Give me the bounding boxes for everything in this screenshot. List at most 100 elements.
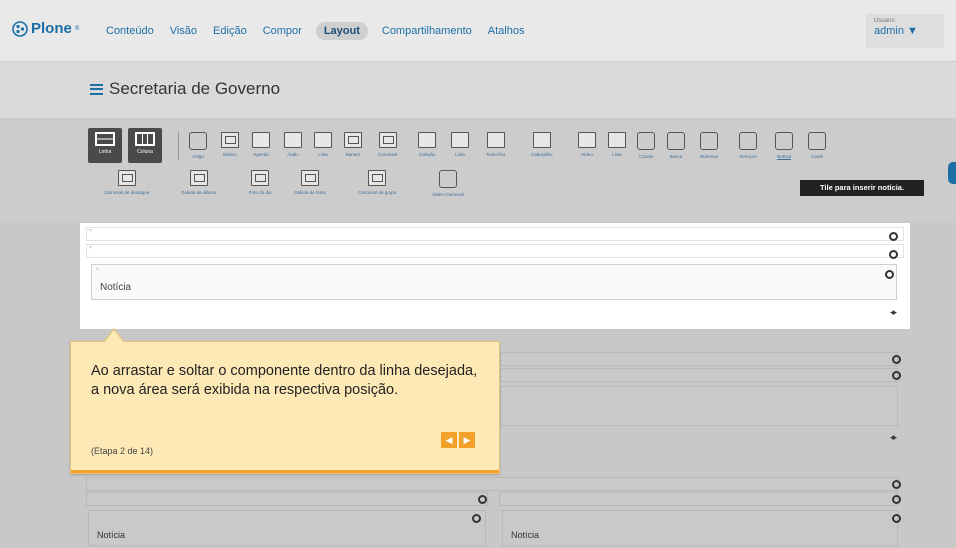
gallery-icon (189, 170, 208, 186)
column-icon (135, 132, 155, 146)
tile-settings-icon[interactable] (885, 270, 894, 279)
plone-logo[interactable]: Plone ® (12, 20, 79, 37)
tile-noticia[interactable]: Notícia (775, 132, 793, 159)
tile-video[interactable]: Vídeo (578, 132, 596, 157)
column-settings-icon[interactable] (889, 250, 898, 259)
image-icon (221, 132, 239, 148)
remove-tile-icon[interactable]: × (96, 267, 99, 273)
layout-column[interactable] (86, 492, 488, 506)
row-settings-icon[interactable] (892, 355, 901, 364)
calendar-icon (252, 132, 270, 148)
column-settings-icon[interactable] (892, 495, 901, 504)
tile-label: Lista (455, 152, 465, 157)
list-icon (451, 132, 469, 148)
layout-row[interactable] (86, 477, 898, 491)
tile-audio[interactable]: Áudio (284, 132, 302, 157)
tile-label: Texto-fixo (486, 152, 506, 157)
menu-compartilhamento[interactable]: Compartilhamento (380, 24, 474, 40)
next-step-button[interactable]: ▶ (459, 432, 475, 448)
side-panel-tab[interactable] (948, 162, 956, 184)
tile-carrossel-grupo[interactable]: Carrossel de grupo (358, 170, 396, 195)
page-title: Secretaria de Governo (90, 79, 280, 99)
row-settings-icon[interactable] (889, 232, 898, 241)
tile-label: Galeria de fotos (294, 190, 326, 195)
layout-column[interactable] (499, 492, 898, 506)
tile-settings-icon[interactable] (892, 514, 901, 523)
tile-label: Canais (638, 154, 653, 159)
numbers-icon (700, 132, 719, 150)
menu-compor[interactable]: Compor (261, 24, 304, 40)
tile-cards[interactable]: Cards (808, 132, 826, 159)
plone-logo-icon (12, 20, 28, 37)
hamburger-icon[interactable] (90, 83, 103, 95)
tile-banner[interactable]: Banner (344, 132, 362, 157)
user-name: admin ▼ (874, 25, 918, 37)
tile-galeria-albuns[interactable]: Galeria de álbuns (181, 170, 216, 195)
callout-bottom-bar (71, 470, 499, 473)
tile-tooltip: Tile para inserir notícia. (800, 180, 924, 196)
tile-galeria-fotos[interactable]: Galeria de fotos (294, 170, 326, 195)
add-column-button[interactable]: Coluna (128, 128, 162, 163)
tile-cabecalho[interactable]: Cabeçalho (531, 132, 553, 157)
move-icon[interactable]: ◂▸ (890, 432, 897, 443)
tile-video-carrossel[interactable]: Vídeo Carrossel (432, 170, 464, 197)
tile-label: Notícia (776, 154, 791, 159)
tile-lista-2[interactable]: Lista (451, 132, 469, 157)
video-icon (578, 132, 596, 148)
tile-label: Galeria de álbuns (181, 190, 217, 195)
column-settings-icon[interactable] (892, 371, 901, 380)
cards-icon (808, 132, 826, 150)
puzzle-icon (775, 132, 793, 150)
tile-carrossel[interactable]: Carrossel (378, 132, 397, 157)
menu-layout[interactable]: Layout (315, 22, 368, 40)
noticia-tile[interactable]: × Notícia (91, 264, 897, 300)
add-row-button[interactable]: Linha (88, 128, 122, 163)
remove-column-icon[interactable]: × (89, 245, 92, 251)
tile-canais[interactable]: Canais (637, 132, 655, 159)
tile-basico[interactable]: Básico (221, 132, 239, 157)
prev-step-button[interactable]: ◀ (441, 432, 457, 448)
main-menu: Conteúdo Visão Edição Compor Layout Comp… (104, 22, 527, 40)
tile-numeros[interactable]: Números (700, 132, 718, 159)
noticia-tile[interactable]: Notícia (88, 510, 486, 546)
column-settings-icon[interactable] (478, 495, 487, 504)
tile-agenda[interactable]: Agenda (252, 132, 270, 157)
photo-icon (251, 170, 270, 186)
layout-column[interactable] (500, 368, 898, 382)
tile-foto-dia[interactable]: Foto do dia (249, 170, 272, 195)
tile-label: Lista (318, 152, 328, 157)
tile-label: Vídeo (581, 152, 593, 157)
remove-row-icon[interactable]: × (89, 228, 92, 234)
menu-atalhos[interactable]: Atalhos (486, 24, 527, 40)
tile-label: Lista (612, 152, 622, 157)
tile-lista-3[interactable]: Lista (608, 132, 626, 157)
tile-artigo[interactable]: Artigo (189, 132, 207, 159)
tile-label: Banner (345, 152, 361, 157)
carousel-icon (117, 170, 136, 186)
menu-conteudo[interactable]: Conteúdo (104, 24, 156, 40)
tile-palette: Linha Coluna Artigo Básico Agenda Áudio … (0, 118, 956, 222)
tile-label: Carrossel de grupo (358, 190, 397, 195)
tile-carrossel-destaque[interactable]: Carrossel de destaque (104, 170, 149, 195)
layout-column[interactable] (86, 244, 904, 258)
tile-servicos[interactable]: Serviços (739, 132, 757, 159)
tile-busca[interactable]: Busca (667, 132, 685, 159)
audio-icon (284, 132, 302, 148)
tile-colecao[interactable]: Coleção (418, 132, 436, 157)
menu-edicao[interactable]: Edição (211, 24, 249, 40)
move-icon[interactable]: ◂▸ (890, 307, 897, 318)
layout-row[interactable] (500, 352, 898, 366)
tile-lista[interactable]: Lista (314, 132, 332, 157)
row-settings-icon[interactable] (892, 480, 901, 489)
tile-label: Básico (223, 152, 237, 157)
tile-settings-icon[interactable] (472, 514, 481, 523)
empty-tile-area[interactable] (500, 386, 898, 426)
menu-visao[interactable]: Visão (168, 24, 199, 40)
tile-label: Artigo (192, 154, 204, 159)
tile-label: Agenda (253, 152, 269, 157)
noticia-tile[interactable]: Notícia (502, 510, 898, 546)
tile-label: Foto do dia (249, 190, 272, 195)
layout-row[interactable] (86, 227, 904, 241)
user-menu[interactable]: Usuário admin ▼ (866, 14, 944, 48)
tile-texto-fixo[interactable]: Texto-fixo (486, 132, 505, 157)
